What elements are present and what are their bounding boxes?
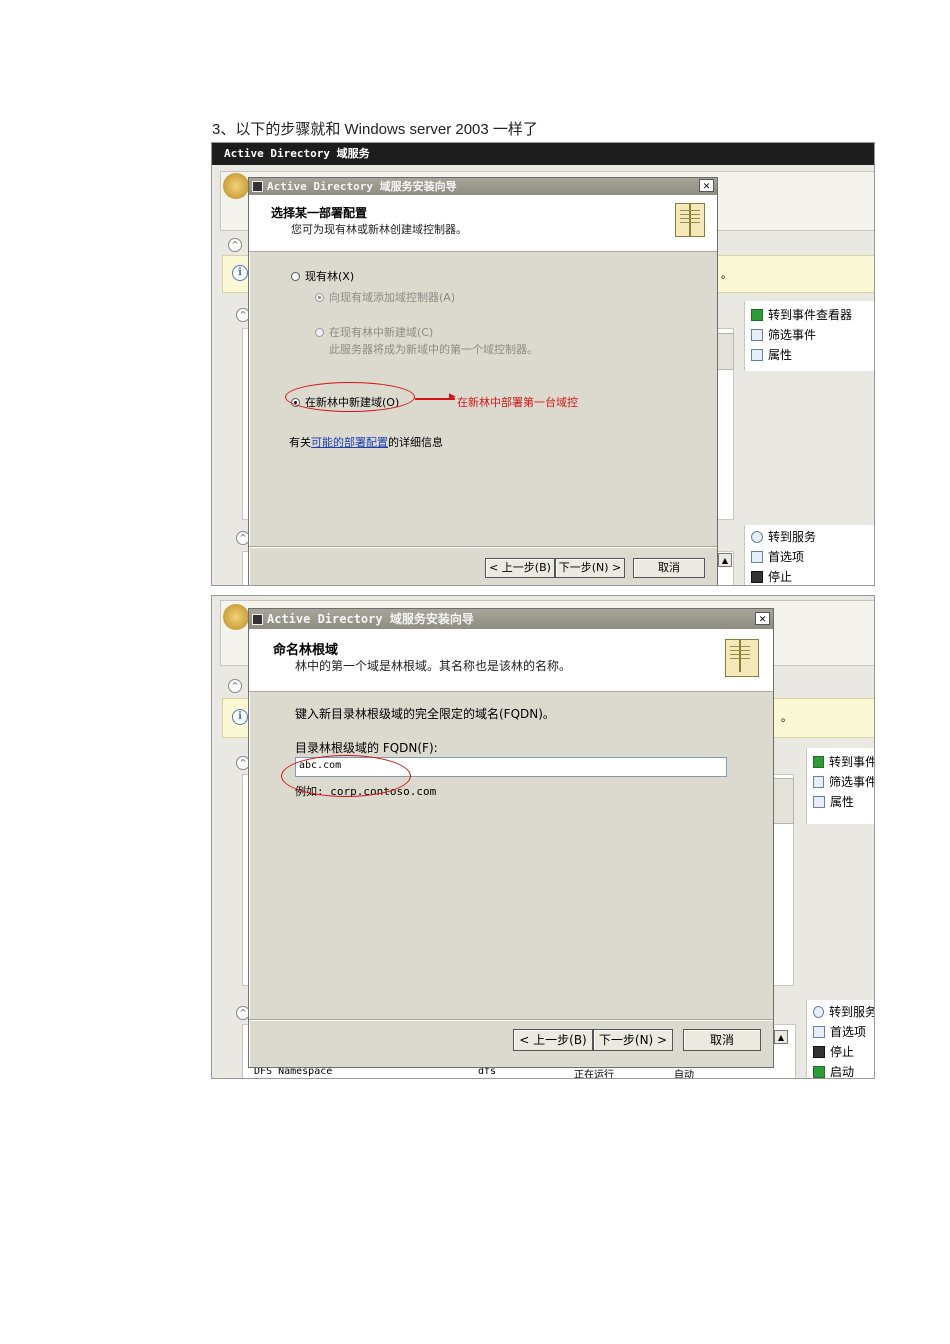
action-goto-event-viewer[interactable]: 转到事件 xyxy=(807,752,874,772)
info-icon: i xyxy=(232,265,248,281)
page-subtitle: 您可为现有林或新林创建域控制器。 xyxy=(291,223,467,236)
action-preferences[interactable]: 首选项 xyxy=(807,1022,874,1042)
scroll-up-icon[interactable]: ▲ xyxy=(718,553,732,567)
action-stop[interactable]: 停止 xyxy=(745,567,874,585)
scroll-up-icon[interactable]: ▲ xyxy=(774,1030,788,1044)
action-goto-services[interactable]: 转到服务 xyxy=(745,527,874,547)
properties-icon xyxy=(751,349,763,361)
ad-install-wizard: Active Directory 域服务安装向导 ✕ 命名林根域 林中的第一个域… xyxy=(248,608,774,1068)
cancel-button[interactable]: 取消 xyxy=(633,558,705,578)
cancel-button[interactable]: 取消 xyxy=(683,1029,761,1051)
info-bar-tail: 。 xyxy=(721,268,732,281)
back-button[interactable]: < 上一步(B) xyxy=(485,558,555,578)
preferences-icon xyxy=(813,1026,825,1038)
screenshot-forest-root: ^ 。 i ^ ^ ▲ DFS Namespace dfs 正在运行 自动 转到… xyxy=(211,595,875,1079)
action-goto-event-viewer[interactable]: 转到事件查看器 xyxy=(745,305,874,325)
red-circle-annotation xyxy=(281,755,411,797)
actions-panel-services: 转到服务 首选项 停止 xyxy=(744,525,874,585)
next-button[interactable]: 下一步(N) > xyxy=(593,1029,673,1051)
properties-icon xyxy=(813,796,825,808)
actions-panel-events: 转到事件 筛选事件 属性 xyxy=(806,748,874,824)
fqdn-label: 目录林根级域的 FQDN(F): xyxy=(295,741,438,755)
next-button[interactable]: 下一步(N) > xyxy=(555,558,625,578)
radio-existing-forest[interactable] xyxy=(291,271,300,281)
option-new-domain-existing: 在现有林中新建域(C) xyxy=(315,324,433,340)
radio-add-dc xyxy=(315,292,324,302)
list-scroll-area xyxy=(772,778,794,824)
screenshot-deployment-config: Active Directory 域服务 ^ 。 i ^ ^ 转到事件查看器 筛… xyxy=(211,142,875,586)
stop-icon xyxy=(751,571,763,583)
ad-install-wizard: Active Directory 域服务安装向导 ✕ 选择某一部署配置 您可为现… xyxy=(248,177,718,585)
stop-icon xyxy=(813,1046,825,1058)
action-goto-services[interactable]: 转到服务 xyxy=(807,1002,874,1022)
wizard-titlebar: Active Directory 域服务安装向导 ✕ xyxy=(249,178,717,195)
option-existing-forest[interactable]: 现有林(X) xyxy=(291,268,354,284)
red-arrow-head: ▶ xyxy=(449,392,456,402)
book-icon xyxy=(725,639,759,677)
server-roles-icon xyxy=(223,173,249,199)
action-start[interactable]: 启动 xyxy=(807,1062,874,1078)
wizard-app-icon xyxy=(252,614,263,625)
preferences-icon xyxy=(751,551,763,563)
gear-icon xyxy=(751,531,763,543)
info-bar-tail: 。 xyxy=(781,711,792,724)
button-separator xyxy=(249,546,717,548)
close-button[interactable]: ✕ xyxy=(699,179,714,192)
action-preferences[interactable]: 首选项 xyxy=(745,547,874,567)
deployment-config-link[interactable]: 可能的部署配置 xyxy=(311,434,388,450)
server-manager-title: Active Directory 域服务 xyxy=(212,143,874,165)
book-icon xyxy=(675,203,705,237)
gear-icon xyxy=(813,1006,824,1018)
filter-icon xyxy=(813,776,824,788)
option-new-domain-desc: 此服务器将成为新域中的第一个域控制器。 xyxy=(329,343,538,356)
collapse-icon[interactable]: ^ xyxy=(228,238,242,252)
action-properties[interactable]: 属性 xyxy=(745,345,874,365)
close-button[interactable]: ✕ xyxy=(755,612,770,625)
instruction-text: 键入新目录林根级域的完全限定的域名(FQDN)。 xyxy=(295,707,555,721)
server-roles-icon xyxy=(223,604,249,630)
actions-panel-events: 转到事件查看器 筛选事件 属性 xyxy=(744,301,874,371)
event-viewer-icon xyxy=(751,309,763,321)
page-title: 命名林根域 xyxy=(273,643,339,658)
page-title: 选择某一部署配置 xyxy=(271,206,368,220)
step-heading: 3、以下的步骤就和 Windows server 2003 一样了 xyxy=(212,121,538,138)
back-button[interactable]: < 上一步(B) xyxy=(513,1029,593,1051)
event-viewer-icon xyxy=(813,756,824,768)
radio-new-domain-existing xyxy=(315,327,324,337)
wizard-app-icon xyxy=(252,181,263,192)
info-icon: i xyxy=(232,709,248,725)
wizard-header: 命名林根域 林中的第一个域是林根域。其名称也是该林的名称。 xyxy=(249,629,773,692)
option-add-dc: 向现有域添加域控制器(A) xyxy=(315,289,455,305)
annotation-text: 在新林中部署第一台域控 xyxy=(457,396,578,409)
play-icon xyxy=(813,1066,825,1078)
action-stop[interactable]: 停止 xyxy=(807,1042,874,1062)
page-subtitle: 林中的第一个域是林根域。其名称也是该林的名称。 xyxy=(295,659,572,673)
button-separator xyxy=(249,1019,773,1021)
info-link-row: 有关 可能的部署配置 的详细信息 xyxy=(289,434,443,450)
collapse-icon[interactable]: ^ xyxy=(228,679,242,693)
action-filter-events[interactable]: 筛选事件 xyxy=(807,772,874,792)
action-filter-events[interactable]: 筛选事件 xyxy=(745,325,874,345)
wizard-header: 选择某一部署配置 您可为现有林或新林创建域控制器。 xyxy=(249,195,717,252)
filter-icon xyxy=(751,329,763,341)
red-circle-annotation xyxy=(285,382,415,412)
wizard-titlebar: Active Directory 域服务安装向导 ✕ xyxy=(249,609,773,629)
action-properties[interactable]: 属性 xyxy=(807,792,874,812)
actions-panel-services: 转到服务 首选项 停止 启动 xyxy=(806,1000,874,1078)
